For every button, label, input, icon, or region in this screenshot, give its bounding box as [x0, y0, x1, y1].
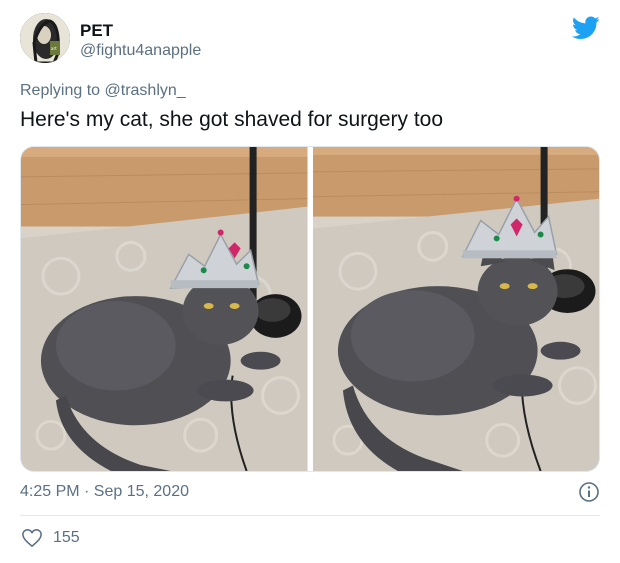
reply-context: Replying to @trashlyn_ [20, 82, 186, 100]
svg-text:art: art [51, 46, 57, 51]
tweet-timestamp[interactable]: 4:25 PM · Sep 15, 2020 [20, 483, 189, 501]
media-grid [20, 146, 600, 472]
author-handle[interactable]: @fightu4anapple [80, 42, 201, 60]
reply-prefix: Replying to [20, 82, 105, 99]
info-icon[interactable] [578, 481, 600, 503]
divider [20, 515, 600, 516]
avatar-icon: art [20, 13, 70, 63]
reply-mention[interactable]: @trashlyn_ [105, 82, 186, 99]
like-count: 155 [53, 529, 80, 546]
cat-wearing-tiara-photo-1[interactable] [21, 147, 308, 471]
heart-icon[interactable] [21, 528, 43, 548]
twitter-bird-icon[interactable] [572, 16, 600, 40]
tweet-text: Here's my cat, she got shaved for surger… [20, 108, 444, 131]
tweet-card: art PET @fightu4anapple Replying to @tra… [0, 0, 620, 563]
cat-wearing-tiara-photo-2[interactable] [312, 147, 599, 471]
avatar[interactable]: art [20, 13, 70, 63]
author-name[interactable]: PET [80, 21, 113, 41]
